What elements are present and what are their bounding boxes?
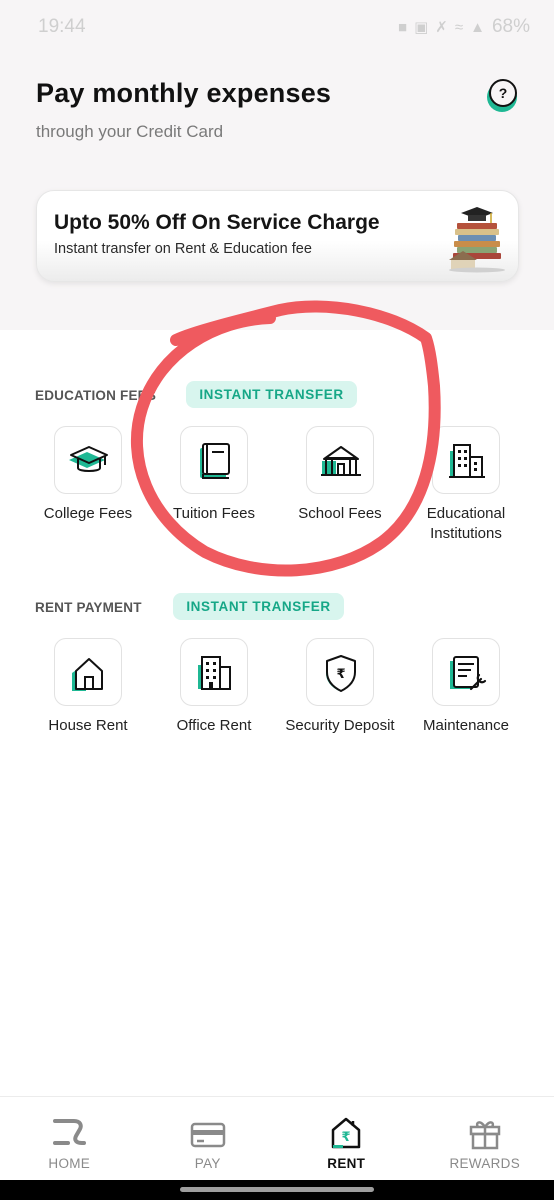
office-rent-label: Office Rent xyxy=(176,717,252,734)
education-instant-transfer-badge: INSTANT TRANSFER xyxy=(186,381,357,408)
nav-home-label: HOME xyxy=(48,1156,91,1171)
maintenance-label: Maintenance xyxy=(423,717,509,734)
college-fees-tile[interactable]: College Fees xyxy=(25,426,151,524)
educational-institutions-label: Educational Institutions xyxy=(426,505,506,542)
page-subtitle: through your Credit Card xyxy=(36,122,224,141)
card-icon xyxy=(190,1122,225,1148)
page-title: Pay monthly expenses xyxy=(36,78,332,108)
office-building-icon xyxy=(198,656,231,690)
mute-icon: ✗ xyxy=(435,19,448,36)
school-fees-label: School Fees xyxy=(298,505,382,522)
nav-rewards-label: REWARDS xyxy=(449,1156,521,1171)
lock-icon: ■ xyxy=(398,18,408,36)
graduation-cap-icon xyxy=(69,446,108,472)
svg-text:₹: ₹ xyxy=(336,667,345,682)
gift-icon xyxy=(469,1121,500,1150)
nav-pay[interactable]: PAY xyxy=(139,1097,278,1180)
help-icon: ? xyxy=(489,79,517,107)
home-logo-icon xyxy=(53,1119,87,1145)
promo-title: Upto 50% Off On Service Charge xyxy=(54,211,380,234)
status-time: 19:44 xyxy=(38,16,86,37)
status-icons: ■ ▣ ✗ ≈ ▲ 68% xyxy=(398,16,530,38)
books-graduation-cap-icon xyxy=(449,207,505,273)
office-rent-tile[interactable]: Office Rent xyxy=(151,638,277,736)
house-icon xyxy=(72,658,103,691)
institution-building-icon xyxy=(449,444,485,478)
nav-rewards[interactable]: REWARDS xyxy=(416,1097,554,1180)
nav-pay-label: PAY xyxy=(194,1156,221,1171)
tuition-fees-label: Tuition Fees xyxy=(173,505,255,522)
promo-subtitle: Instant transfer on Rent & Education fee xyxy=(54,241,312,257)
rupee-shield-icon: ₹ xyxy=(326,655,356,692)
nav-rent[interactable]: ₹ RENT xyxy=(277,1097,416,1180)
maintenance-form-icon xyxy=(450,656,487,691)
rent-instant-transfer-badge: INSTANT TRANSFER xyxy=(173,593,344,620)
bottom-nav: HOME PAY ₹ RENT REWARDS xyxy=(0,1096,554,1180)
help-button[interactable]: ? xyxy=(486,78,518,112)
nav-home[interactable]: HOME xyxy=(0,1097,139,1180)
home-gesture-handle[interactable] xyxy=(180,1187,374,1192)
battery-level: 68% xyxy=(491,16,530,37)
maintenance-tile[interactable]: Maintenance xyxy=(403,638,529,736)
house-rent-tile[interactable]: House Rent xyxy=(25,638,151,736)
svg-text:₹: ₹ xyxy=(342,1130,351,1145)
gesture-bar xyxy=(0,1180,554,1200)
nav-rent-label: RENT xyxy=(327,1156,366,1171)
house-rent-label: House Rent xyxy=(48,717,128,734)
college-fees-label: College Fees xyxy=(43,505,133,522)
book-icon xyxy=(200,443,230,479)
educational-institutions-tile[interactable]: Educational Institutions xyxy=(403,426,529,544)
rupee-house-icon: ₹ xyxy=(332,1117,361,1149)
security-deposit-tile[interactable]: ₹ Security Deposit xyxy=(277,638,403,736)
status-bar: 19:44 ■ ▣ ✗ ≈ ▲ 68% xyxy=(0,0,554,52)
rent-payment-label: RENT PAYMENT xyxy=(35,600,142,615)
image-icon: ▣ xyxy=(414,19,429,36)
security-deposit-label: Security Deposit xyxy=(285,717,395,734)
school-fees-tile[interactable]: School Fees xyxy=(277,426,403,524)
school-building-icon xyxy=(321,446,361,476)
education-fees-label: EDUCATION FEES xyxy=(35,388,157,403)
promo-banner[interactable]: Upto 50% Off On Service Charge Instant t… xyxy=(36,190,519,282)
wifi-icon: ≈ xyxy=(454,18,464,36)
signal-icon: ▲ xyxy=(470,18,485,36)
tuition-fees-tile[interactable]: Tuition Fees xyxy=(151,426,277,524)
